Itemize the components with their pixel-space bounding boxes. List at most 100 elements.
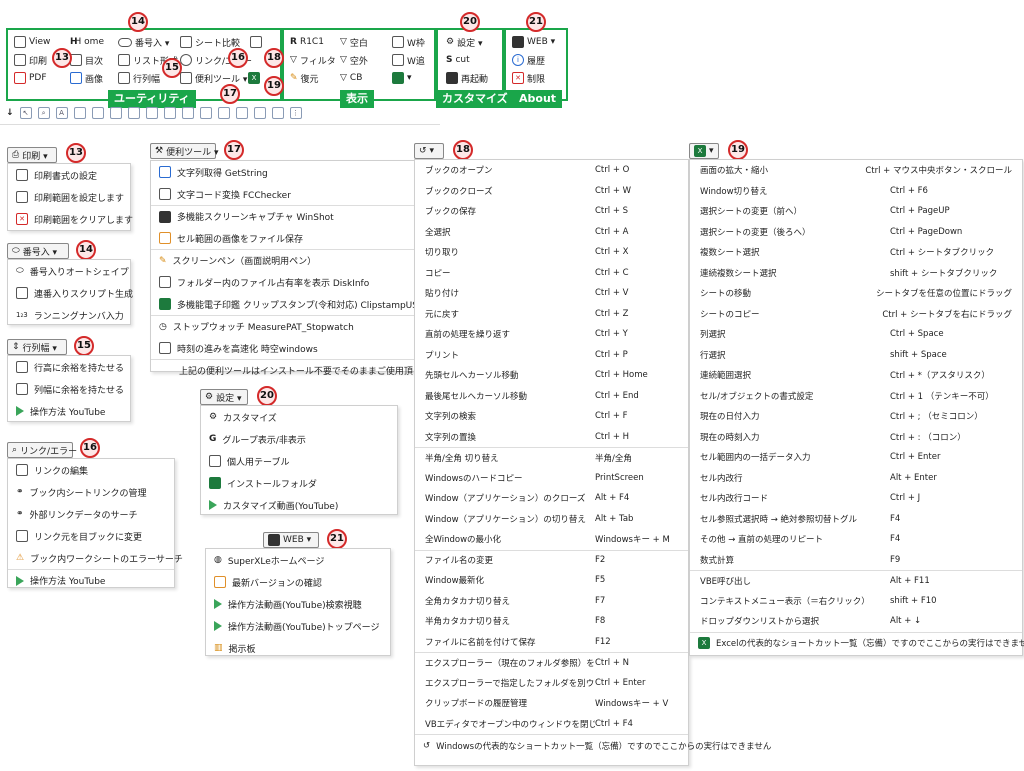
- menu-item-label: 印刷書式の設定: [34, 171, 98, 182]
- menu-item[interactable]: 操作方法動画(YouTube)検索視聴: [206, 593, 390, 615]
- brush-icon[interactable]: [163, 106, 176, 119]
- textbox-icon[interactable]: A: [55, 106, 68, 119]
- arrow-down-icon[interactable]: ↓: [6, 108, 14, 118]
- restore-button[interactable]: ✎ 復元: [290, 70, 319, 86]
- print-label: 印刷: [29, 56, 48, 67]
- excel-shortcut-menu-button[interactable]: X ▾: [689, 143, 719, 159]
- print-menu-button[interactable]: ⎙ 印刷 ▾: [7, 147, 57, 163]
- menu-item[interactable]: 文字コード変換 FCChecker: [151, 183, 415, 205]
- form-icon[interactable]: [217, 106, 230, 119]
- menu-item[interactable]: リンク元を目ブックに変更: [8, 525, 174, 547]
- w-add-label: W追: [407, 56, 425, 67]
- menu-item[interactable]: 操作方法 YouTube: [8, 569, 174, 591]
- camera-button[interactable]: [250, 34, 262, 50]
- shortcut-row: セル内改行コード Ctrl + J: [690, 488, 1022, 509]
- menu-item[interactable]: 多機能スクリーンキャプチャ WinShot: [151, 205, 415, 227]
- sheet-compare-button[interactable]: シート比較: [180, 34, 240, 50]
- menu-item[interactable]: 印刷範囲を設定します: [8, 186, 130, 208]
- shape-icon[interactable]: [73, 106, 86, 119]
- more-icon[interactable]: ⋮: [289, 106, 302, 119]
- toc-button[interactable]: 目次: [70, 52, 103, 68]
- image-button[interactable]: 画像: [70, 70, 103, 86]
- align-icon[interactable]: [127, 106, 140, 119]
- numbers-icon: 1₂3: [16, 311, 28, 319]
- number-input-button[interactable]: 番号入 ▾: [118, 34, 169, 50]
- tools-button[interactable]: 便利ツール ▾: [180, 70, 247, 86]
- cb-button[interactable]: ▽ CB: [340, 70, 362, 86]
- link-menu-button[interactable]: ⌕ リンク/エラー ▾: [7, 442, 84, 458]
- edit-icon[interactable]: [253, 106, 266, 119]
- menu-item[interactable]: ⚭ ブック内シートリンクの管理: [8, 481, 174, 503]
- badge-15: 15: [74, 336, 94, 356]
- shortcut-action: シートの移動: [700, 289, 752, 300]
- settings-menu-button[interactable]: ⚙ 設定 ▾: [200, 389, 248, 405]
- menu-item[interactable]: 操作方法 YouTube: [8, 400, 130, 422]
- shape-icon[interactable]: [91, 106, 104, 119]
- settings-button[interactable]: ⚙ 設定 ▾: [446, 34, 482, 50]
- menu-item[interactable]: 最新バージョンの確認: [206, 571, 390, 593]
- table-icon[interactable]: [271, 106, 284, 119]
- menu-item[interactable]: インストールフォルダ: [201, 472, 397, 494]
- web-menu-button[interactable]: WEB ▾: [263, 532, 319, 548]
- menu-item[interactable]: ▥ 掲示板: [206, 637, 390, 659]
- non-blank-button[interactable]: ▽ 空外: [340, 52, 368, 68]
- menu-item[interactable]: リンクの編集: [8, 459, 174, 481]
- colrow-menu-button[interactable]: ⇕ 行列幅 ▾: [7, 339, 67, 355]
- menu-item[interactable]: ✎ スクリーンペン（画面説明用ペン）: [151, 249, 415, 271]
- home-button[interactable]: HH ome: [70, 34, 104, 50]
- number-menu-button[interactable]: ⬭ 番号入 ▾: [7, 243, 69, 259]
- history-button[interactable]: i 履歴: [512, 52, 545, 68]
- menu-item[interactable]: 操作方法動画(YouTube)トップページ: [206, 615, 390, 637]
- table-dropdown-button[interactable]: ▾: [392, 70, 412, 86]
- web-button[interactable]: WEB ▾: [512, 34, 555, 50]
- restart-button[interactable]: 再起動: [446, 70, 488, 86]
- menu-item[interactable]: ✕ 印刷範囲をクリアします: [8, 208, 133, 230]
- menu-item[interactable]: ⚭ 外部リンクデータのサーチ: [8, 503, 174, 525]
- zoom-icon[interactable]: ⌕: [37, 106, 50, 119]
- r1c1-button[interactable]: R R1C1: [290, 34, 324, 50]
- menu-item[interactable]: 時刻の進みを高速化 時空windows: [151, 337, 415, 359]
- tools-menu-button[interactable]: ⚒ 便利ツール ▾: [150, 143, 218, 159]
- menu-item[interactable]: 文字列取得 GetString: [151, 161, 415, 183]
- menu-item[interactable]: G グループ表示/非表示: [201, 428, 397, 450]
- w-frame-label: W枠: [407, 38, 425, 49]
- menu-item[interactable]: ⚙ カスタマイズ: [201, 406, 397, 428]
- cut-button[interactable]: Scut: [446, 52, 470, 68]
- chart-icon[interactable]: [235, 106, 248, 119]
- cursor-icon[interactable]: ↖: [19, 106, 32, 119]
- w-frame-button[interactable]: W枠: [392, 34, 425, 50]
- menu-item[interactable]: 行高に余裕を持たせる: [8, 356, 130, 378]
- limit-button[interactable]: ✕ 制限: [512, 70, 545, 86]
- menu-item[interactable]: 1₂3 ランニングナンバ入力: [8, 304, 130, 326]
- colrow-width-button[interactable]: 行列幅: [118, 70, 160, 86]
- pdf-button[interactable]: PDF: [14, 70, 47, 86]
- table-icon: [392, 72, 404, 84]
- menu-item[interactable]: ◷ ストップウォッチ MeasurePAT_Stopwatch: [151, 315, 415, 337]
- menu-item[interactable]: セル範囲の画像をファイル保存: [151, 227, 415, 249]
- filter-button[interactable]: ▽ フィルタ: [290, 52, 336, 68]
- menu-item[interactable]: カスタマイズ動画(YouTube): [201, 494, 397, 516]
- form-icon[interactable]: [199, 106, 212, 119]
- shortcut-keys: シートタブを任意の位置にドラッグ: [875, 289, 1012, 300]
- win-shortcut-button[interactable]: ↺ ▾: [414, 143, 444, 159]
- menu-item[interactable]: 連番入りスクリプト生成: [8, 282, 133, 304]
- menu-item[interactable]: ◍ SuperXLeホームページ: [206, 549, 390, 571]
- shortcut-action: Window（アプリケーション）のクローズ: [425, 494, 586, 505]
- shortcut-keys: 半角/全角: [595, 453, 632, 464]
- menu-item[interactable]: ⚠ ブック内ワークシートのエラーサーチ: [8, 547, 183, 569]
- align-icon[interactable]: [145, 106, 158, 119]
- non-blank-label: 空外: [349, 56, 368, 67]
- menu-item[interactable]: 印刷書式の設定: [8, 164, 130, 186]
- menu-item[interactable]: 列幅に余裕を持たせる: [8, 378, 130, 400]
- w-add-button[interactable]: W追: [392, 52, 425, 68]
- excel-shortcut-button[interactable]: X: [248, 70, 260, 86]
- form-icon[interactable]: [181, 106, 194, 119]
- shape-icon[interactable]: [109, 106, 122, 119]
- menu-item[interactable]: 個人用テーブル: [201, 450, 397, 472]
- menu-item[interactable]: 多機能電子印鑑 クリップスタンプ(令和対応) ClipstampUSB: [151, 293, 424, 315]
- view-button[interactable]: View: [14, 34, 50, 50]
- blank-filter-button[interactable]: ▽ 空白: [340, 34, 368, 50]
- menu-item[interactable]: ⬭ 番号入りオートシェイプ: [8, 260, 130, 282]
- print-button[interactable]: 印刷: [14, 52, 47, 68]
- menu-item[interactable]: フォルダー内のファイル占有率を表示 DiskInfo: [151, 271, 415, 293]
